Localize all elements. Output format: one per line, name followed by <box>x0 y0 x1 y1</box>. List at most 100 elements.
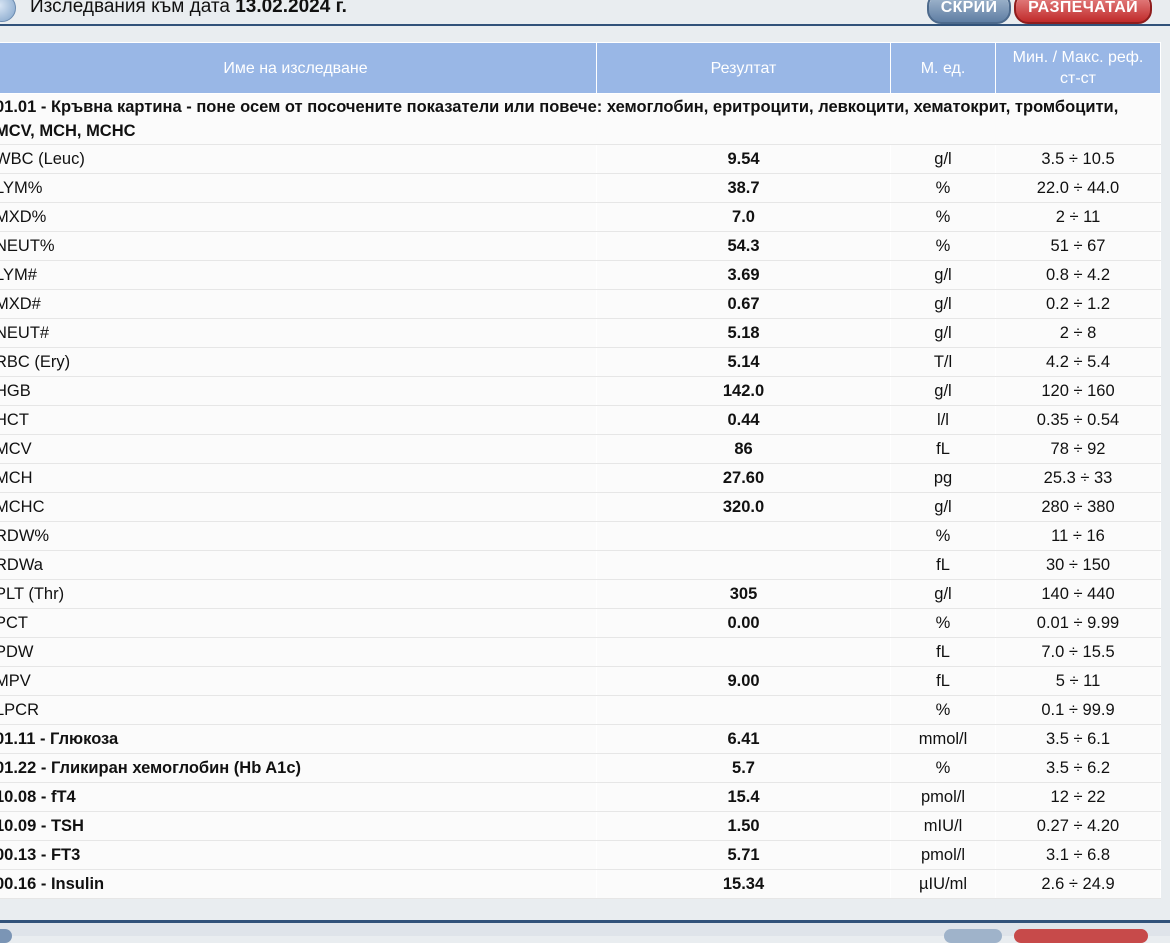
test-name-cell: RDWa <box>0 550 597 580</box>
reference-range-cell: 7.0 ÷ 15.5 <box>995 637 1161 667</box>
table-row: MPV9.00fL5 ÷ 11 <box>0 666 1161 696</box>
top-bar: Изследвания към дата 13.02.2024 г. СКРИЙ… <box>0 0 1170 26</box>
table-row: HCT0.44l/l0.35 ÷ 0.54 <box>0 405 1161 435</box>
test-name-cell: 00.13 - FT3 <box>0 840 597 870</box>
reference-range-cell: 0.35 ÷ 0.54 <box>995 405 1161 435</box>
reference-range-cell: 3.5 ÷ 6.2 <box>995 753 1161 783</box>
unit-cell: g/l <box>890 144 996 174</box>
group-title: 01.01 - Кръвна картина - поне осем от по… <box>0 93 1161 145</box>
test-name-cell: MPV <box>0 666 597 696</box>
print-button[interactable]: РАЗПЕЧАТАЙ <box>1014 0 1152 24</box>
result-cell: 27.60 <box>596 463 891 493</box>
reference-range-cell: 3.5 ÷ 10.5 <box>995 144 1161 174</box>
result-cell: 142.0 <box>596 376 891 406</box>
reference-range-cell: 12 ÷ 22 <box>995 782 1161 812</box>
reference-range-cell: 11 ÷ 16 <box>995 521 1161 551</box>
reference-range-cell: 22.0 ÷ 44.0 <box>995 173 1161 203</box>
result-cell: 86 <box>596 434 891 464</box>
unit-cell: l/l <box>890 405 996 435</box>
test-name-cell: RBC (Ery) <box>0 347 597 377</box>
table-row: LPCR%0.1 ÷ 99.9 <box>0 695 1161 725</box>
test-name-cell: PLT (Thr) <box>0 579 597 609</box>
result-cell: 305 <box>596 579 891 609</box>
footer-back-button[interactable] <box>0 929 12 943</box>
result-cell: 320.0 <box>596 492 891 522</box>
back-icon[interactable] <box>0 0 16 22</box>
result-cell <box>596 550 891 580</box>
unit-cell: % <box>890 521 996 551</box>
result-cell: 1.50 <box>596 811 891 841</box>
result-cell: 6.41 <box>596 724 891 754</box>
unit-cell: g/l <box>890 492 996 522</box>
result-cell: 0.00 <box>596 608 891 638</box>
table-row: MCHC320.0g/l280 ÷ 380 <box>0 492 1161 522</box>
result-cell: 9.00 <box>596 666 891 696</box>
result-cell: 0.44 <box>596 405 891 435</box>
result-cell: 54.3 <box>596 231 891 261</box>
unit-cell: pg <box>890 463 996 493</box>
unit-cell: g/l <box>890 579 996 609</box>
result-cell <box>596 521 891 551</box>
unit-cell: pmol/l <box>890 782 996 812</box>
test-name-cell: LPCR <box>0 695 597 725</box>
unit-cell: % <box>890 173 996 203</box>
table-row: 01.11 - Глюкоза 6.41 mmol/l 3.5 ÷ 6.1 <box>0 724 1161 754</box>
reference-range-cell: 3.5 ÷ 6.1 <box>995 724 1161 754</box>
footer-print-button[interactable] <box>1014 929 1148 943</box>
header-divider <box>0 24 1170 26</box>
unit-cell: fL <box>890 434 996 464</box>
result-cell: 15.34 <box>596 869 891 899</box>
result-cell: 3.69 <box>596 260 891 290</box>
test-name-cell: MCH <box>0 463 597 493</box>
table-row: RBC (Ery) 5.14 T/l 4.2 ÷ 5.4 <box>0 347 1161 377</box>
unit-cell: g/l <box>890 318 996 348</box>
table-row: MXD% 7.0% 2 ÷ 11 <box>0 202 1161 232</box>
table-row: 00.16 - Insulin 15.34 µIU/ml 2.6 ÷ 24.9 <box>0 869 1161 899</box>
title-date: 13.02.2024 г. <box>235 0 347 17</box>
unit-cell: pmol/l <box>890 840 996 870</box>
table-row: MCV86fL78 ÷ 92 <box>0 434 1161 464</box>
unit-cell: mIU/l <box>890 811 996 841</box>
reference-range-cell: 30 ÷ 150 <box>995 550 1161 580</box>
test-name-cell: LYM# <box>0 260 597 290</box>
reference-range-cell: 0.01 ÷ 9.99 <box>995 608 1161 638</box>
unit-cell: % <box>890 202 996 232</box>
page-title: Изследвания към дата 13.02.2024 г. <box>30 0 347 18</box>
result-cell: 9.54 <box>596 144 891 174</box>
footer-hide-button[interactable] <box>944 929 1002 943</box>
result-cell: 5.71 <box>596 840 891 870</box>
unit-cell: g/l <box>890 260 996 290</box>
unit-cell: fL <box>890 550 996 580</box>
hide-button[interactable]: СКРИЙ <box>927 0 1011 24</box>
reference-range-cell: 51 ÷ 67 <box>995 231 1161 261</box>
table-row: PCT0.00%0.01 ÷ 9.99 <box>0 608 1161 638</box>
result-cell: 0.67 <box>596 289 891 319</box>
test-name-cell: NEUT# <box>0 318 597 348</box>
table-row: 01.22 - Гликиран хемоглобин (Hb A1c) 5.7%… <box>0 753 1161 783</box>
unit-cell: % <box>890 753 996 783</box>
test-name-cell: 10.08 - fT4 <box>0 782 597 812</box>
column-header-result: Резултат <box>596 42 891 94</box>
reference-range-cell: 2.6 ÷ 24.9 <box>995 869 1161 899</box>
result-cell: 5.7 <box>596 753 891 783</box>
column-header-ref: Мин. / Макс. реф. ст-ст <box>995 42 1161 94</box>
reference-range-cell: 25.3 ÷ 33 <box>995 463 1161 493</box>
test-name-cell: HGB <box>0 376 597 406</box>
unit-cell: fL <box>890 666 996 696</box>
test-name-cell: PCT <box>0 608 597 638</box>
test-name-cell: NEUT% <box>0 231 597 261</box>
reference-range-cell: 2 ÷ 11 <box>995 202 1161 232</box>
table-row: RDW%% 11 ÷ 16 <box>0 521 1161 551</box>
unit-cell: µIU/ml <box>890 869 996 899</box>
test-name-cell: 01.11 - Глюкоза <box>0 724 597 754</box>
result-cell: 5.18 <box>596 318 891 348</box>
table-row: LYM%38.7%22.0 ÷ 44.0 <box>0 173 1161 203</box>
reference-range-cell: 0.8 ÷ 4.2 <box>995 260 1161 290</box>
test-name-cell: LYM% <box>0 173 597 203</box>
reference-range-cell: 0.1 ÷ 99.9 <box>995 695 1161 725</box>
test-name-cell: 01.22 - Гликиран хемоглобин (Hb A1c) <box>0 753 597 783</box>
column-header-name: Име на изследване <box>0 42 597 94</box>
results-table: Име на изследване Резултат М. ед. Мин. /… <box>0 42 1161 899</box>
unit-cell: % <box>890 695 996 725</box>
table-row: PLT (Thr) 305 g/l 140 ÷ 440 <box>0 579 1161 609</box>
